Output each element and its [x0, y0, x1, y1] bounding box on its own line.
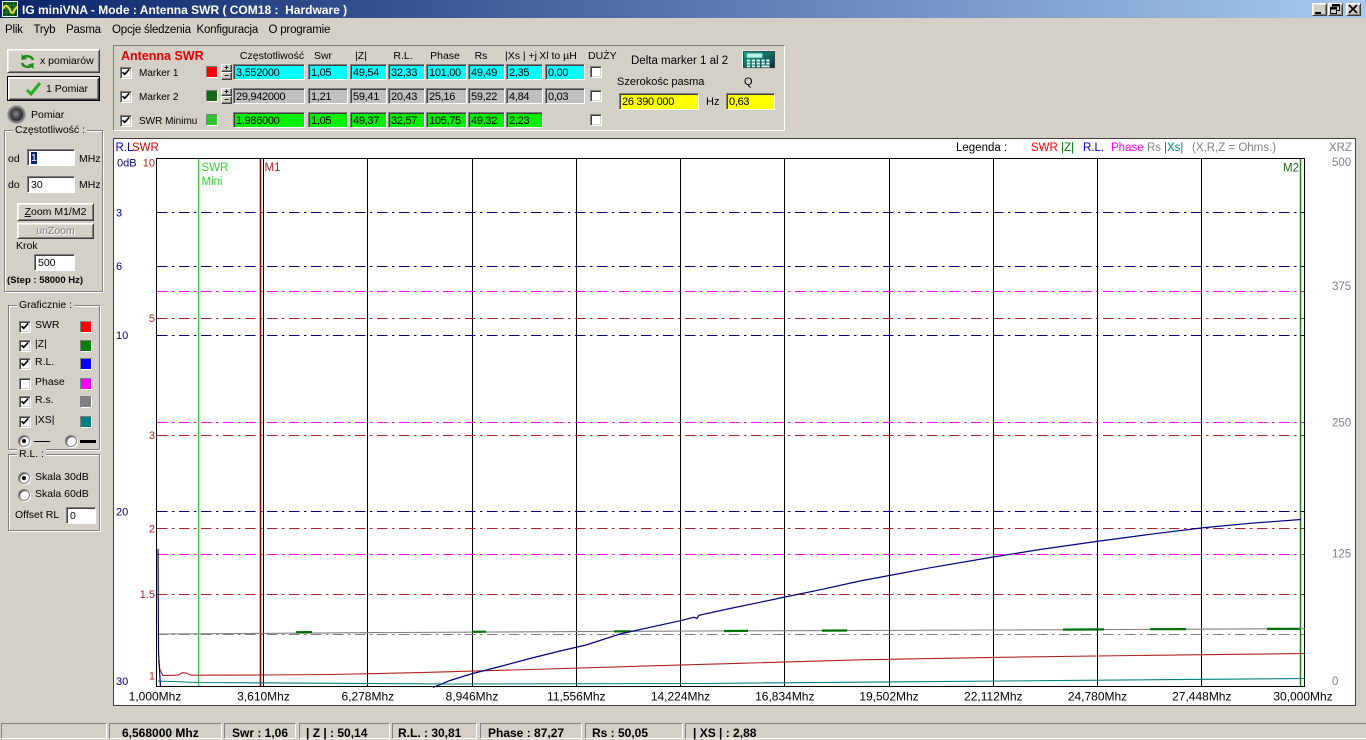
svg-text:Legenda :: Legenda :: [956, 142, 1007, 154]
svg-text:0dB: 0dB: [117, 158, 137, 170]
svg-text:R.L.: R.L.: [1083, 142, 1104, 154]
svg-text:1,000Mhz: 1,000Mhz: [129, 690, 182, 704]
svg-text:19,502Mhz: 19,502Mhz: [859, 690, 918, 704]
svg-text:250: 250: [1332, 418, 1351, 430]
svg-text:14,224Mhz: 14,224Mhz: [651, 690, 710, 704]
svg-text:30: 30: [116, 676, 128, 688]
svg-text:125: 125: [1332, 548, 1351, 560]
svg-text:Rs: Rs: [1147, 142, 1161, 154]
svg-text:|Z|: |Z|: [1061, 142, 1074, 154]
svg-text:XRZ: XRZ: [1329, 142, 1352, 154]
svg-text:3,610Mhz: 3,610Mhz: [237, 690, 290, 704]
svg-text:SWR: SWR: [132, 142, 159, 154]
svg-text:6,278Mhz: 6,278Mhz: [341, 690, 394, 704]
svg-text:M2: M2: [1283, 163, 1299, 175]
svg-text:Mini: Mini: [202, 176, 223, 188]
svg-text:(X,R,Z = Ohms.): (X,R,Z = Ohms.): [1192, 142, 1276, 154]
svg-text:375: 375: [1332, 281, 1351, 293]
svg-text:10: 10: [116, 330, 128, 342]
svg-text:11,556Mhz: 11,556Mhz: [547, 690, 605, 704]
svg-text:20: 20: [116, 507, 128, 519]
svg-text:22,112Mhz: 22,112Mhz: [964, 690, 1022, 704]
svg-text:5: 5: [149, 313, 155, 325]
svg-text:|Xs|: |Xs|: [1164, 142, 1183, 154]
svg-text:3: 3: [116, 208, 122, 220]
svg-text:SWR: SWR: [1031, 142, 1058, 154]
svg-text:8,946Mhz: 8,946Mhz: [446, 690, 499, 704]
svg-text:1.5: 1.5: [140, 589, 155, 601]
svg-text:M1: M1: [265, 162, 281, 174]
svg-text:SWR: SWR: [202, 162, 229, 174]
svg-text:500: 500: [1332, 157, 1351, 169]
svg-text:10: 10: [143, 158, 155, 170]
svg-text:2: 2: [149, 524, 155, 536]
svg-text:Phase: Phase: [1111, 142, 1144, 154]
svg-text:0: 0: [1332, 676, 1338, 688]
svg-text:3: 3: [149, 430, 155, 442]
svg-text:16,834Mhz: 16,834Mhz: [755, 690, 814, 704]
svg-text:27,448Mhz: 27,448Mhz: [1172, 690, 1231, 704]
svg-text:24,780Mhz: 24,780Mhz: [1068, 690, 1127, 704]
svg-text:30,000Mhz: 30,000Mhz: [1273, 690, 1332, 704]
svg-text:1: 1: [149, 671, 155, 683]
svg-text:6: 6: [116, 261, 122, 273]
